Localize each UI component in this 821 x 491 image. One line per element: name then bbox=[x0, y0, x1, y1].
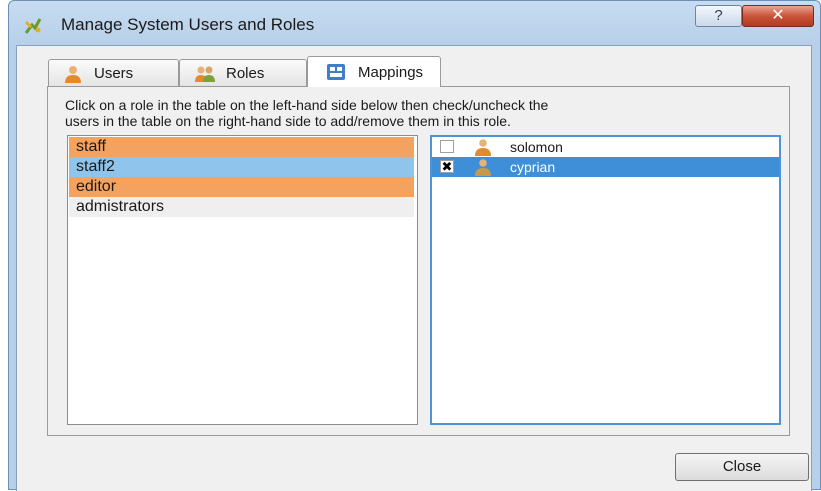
close-button[interactable]: Close bbox=[675, 453, 809, 481]
tab-roles-label: Roles bbox=[226, 65, 265, 82]
roles-icon bbox=[195, 66, 215, 82]
tab-users-label: Users bbox=[94, 65, 134, 82]
instructions-line-2: users in the table on the right-hand sid… bbox=[65, 113, 511, 129]
role-row-staff[interactable]: staff bbox=[69, 137, 414, 157]
mappings-icon bbox=[327, 64, 345, 80]
role-row-staff2[interactable]: staff2 bbox=[69, 157, 414, 177]
tab-mappings[interactable]: Mappings bbox=[307, 56, 441, 87]
window-close-button[interactable]: ✕ bbox=[742, 5, 814, 27]
window-title: Manage System Users and Roles bbox=[61, 15, 315, 34]
user-icon bbox=[475, 139, 491, 156]
dialog-body: Users Roles Mappings Click on a role in … bbox=[16, 45, 812, 491]
title-bar[interactable]: Manage System Users and Roles ? ✕ bbox=[9, 1, 820, 47]
dialog-window: Manage System Users and Roles ? ✕ Users … bbox=[8, 0, 821, 491]
tab-mappings-label: Mappings bbox=[358, 64, 424, 81]
user-icon bbox=[475, 159, 491, 176]
mappings-panel: Click on a role in the table on the left… bbox=[47, 86, 790, 436]
user-checkbox-cyprian[interactable]: ✖ bbox=[440, 160, 454, 173]
instructions-text: Click on a role in the table on the left… bbox=[65, 97, 785, 129]
user-checkbox-solomon[interactable] bbox=[440, 140, 454, 153]
user-name-solomon: solomon bbox=[510, 139, 563, 155]
user-icon bbox=[65, 66, 81, 83]
role-row-editor[interactable]: editor bbox=[69, 177, 414, 197]
user-row-cyprian[interactable]: ✖ cyprian bbox=[432, 157, 779, 177]
role-row-admistrators[interactable]: admistrators bbox=[69, 197, 414, 217]
user-row-solomon[interactable]: solomon bbox=[432, 137, 779, 157]
instructions-line-1: Click on a role in the table on the left… bbox=[65, 97, 549, 113]
roles-list[interactable]: staff staff2 editor admistrators bbox=[67, 135, 418, 425]
tab-roles[interactable]: Roles bbox=[179, 59, 307, 87]
users-list[interactable]: solomon ✖ cyprian bbox=[430, 135, 781, 425]
tab-users[interactable]: Users bbox=[48, 59, 179, 87]
user-name-cyprian: cyprian bbox=[510, 159, 556, 175]
help-button[interactable]: ? bbox=[695, 5, 742, 27]
qgis-app-icon bbox=[24, 18, 42, 34]
